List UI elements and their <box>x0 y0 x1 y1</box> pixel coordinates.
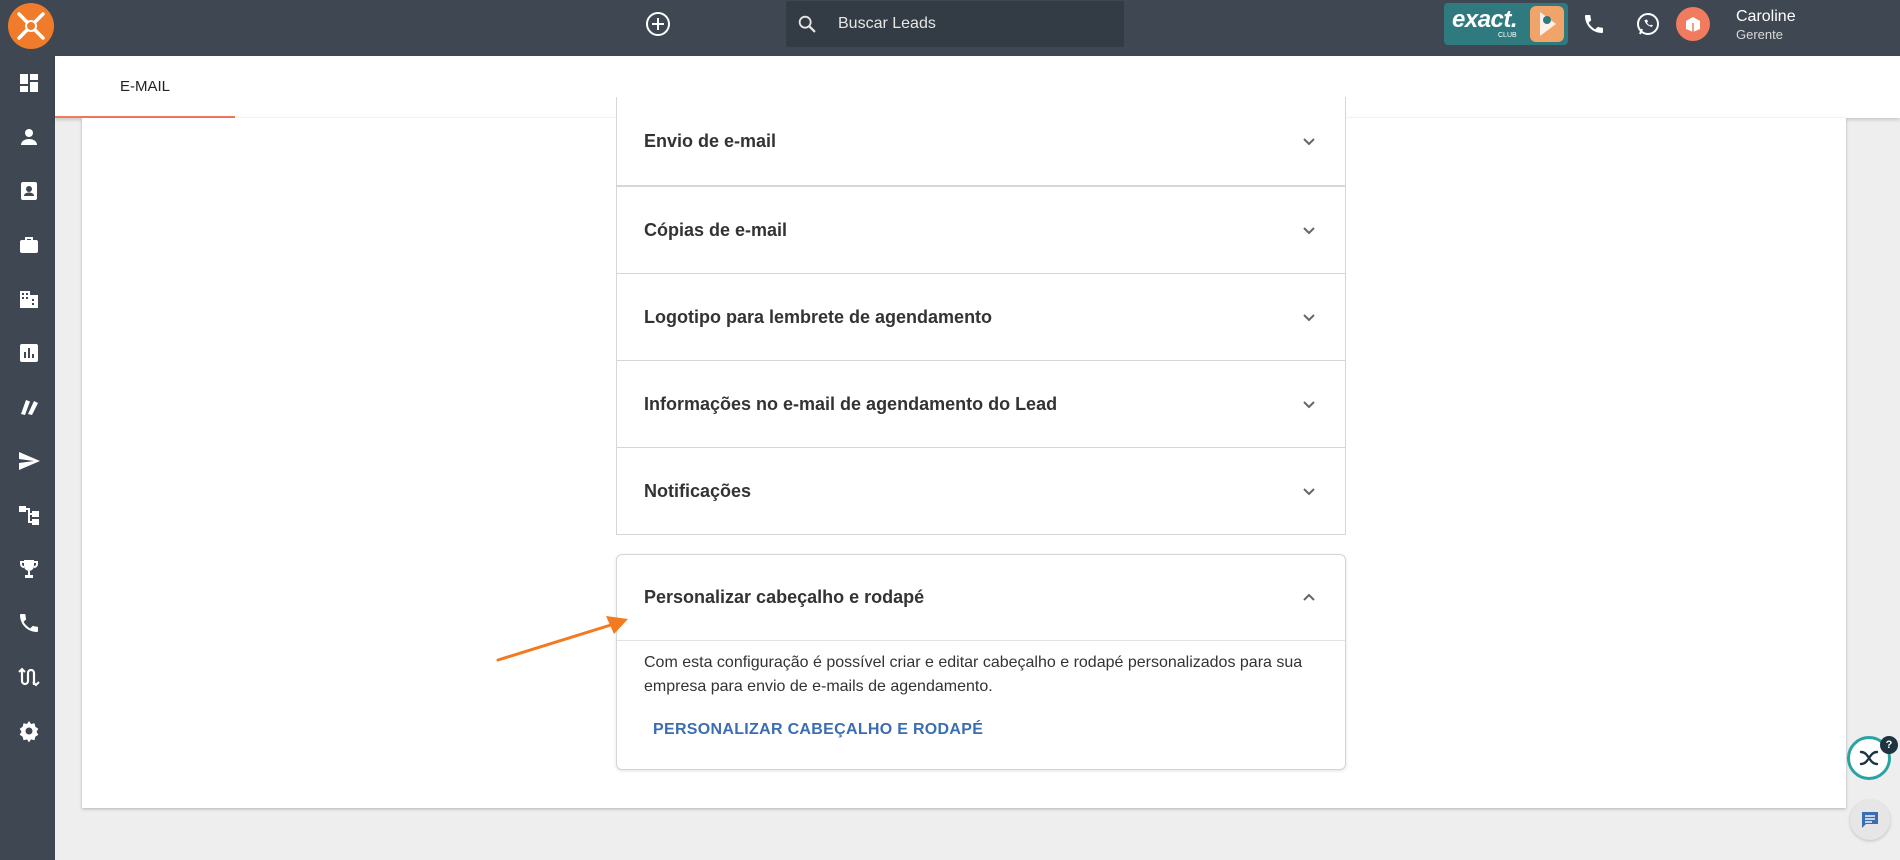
integration-icon[interactable] <box>16 664 42 690</box>
products-icon[interactable] <box>16 394 42 420</box>
phone-icon[interactable] <box>16 610 42 636</box>
panel-title: Notificações <box>644 480 752 501</box>
help-widget-icon <box>1859 750 1879 766</box>
search-bar[interactable] <box>786 1 1124 47</box>
panel-lead-scheduling-info[interactable]: Informações no e-mail de agendamento do … <box>616 360 1346 448</box>
reports-icon[interactable] <box>16 340 42 366</box>
add-circle-icon[interactable] <box>646 12 670 36</box>
panel-notifications[interactable]: Notificações <box>616 447 1346 535</box>
trophy-icon[interactable] <box>16 556 42 582</box>
panel-header[interactable]: Informações no e-mail de agendamento do … <box>617 361 1345 447</box>
chat-button[interactable] <box>1850 800 1890 840</box>
annotation-arrow <box>496 616 628 662</box>
panel-title: Cópias de e-mail <box>644 219 788 240</box>
customize-header-footer-link[interactable]: PERSONALIZAR CABEÇALHO E RODAPÉ <box>653 721 983 739</box>
dashboard-icon[interactable] <box>16 70 42 96</box>
send-icon[interactable] <box>16 448 42 474</box>
top-bar: exact. CLUB Caroline Gerente <box>0 0 1900 56</box>
panel-email-copies[interactable]: Cópias de e-mail <box>616 186 1346 274</box>
company-icon[interactable] <box>16 286 42 312</box>
exact-club-badge[interactable]: exact. CLUB <box>1444 3 1568 45</box>
panel-header[interactable]: Notificações <box>617 448 1345 534</box>
panel-email-sending[interactable]: Envio de e-mail <box>616 97 1346 186</box>
panel-scheduling-logo[interactable]: Logotipo para lembrete de agendamento <box>616 273 1346 361</box>
panel-title: Envio de e-mail <box>644 130 777 151</box>
chat-icon <box>1862 812 1878 828</box>
user-name[interactable]: Caroline <box>1736 8 1796 26</box>
panel-description: Com esta configuração é possível criar e… <box>644 654 1303 695</box>
chevron-down-icon <box>1299 131 1319 151</box>
panel-header[interactable]: Envio de e-mail <box>617 97 1345 185</box>
panel-header[interactable]: Personalizar cabeçalho e rodapé <box>617 555 1345 641</box>
workflow-icon[interactable] <box>16 502 42 528</box>
chevron-down-icon <box>1299 220 1319 240</box>
help-badge: ? <box>1880 736 1898 754</box>
user-role: Gerente <box>1736 27 1783 42</box>
briefcase-icon[interactable] <box>16 232 42 258</box>
panel-header-footer: Personalizar cabeçalho e rodapé Com esta… <box>616 554 1346 770</box>
user-avatar[interactable] <box>1676 7 1710 41</box>
contacts-icon[interactable] <box>16 178 42 204</box>
chevron-down-icon <box>1299 394 1319 414</box>
panel-title: Personalizar cabeçalho e rodapé <box>644 587 925 607</box>
panel-title: Informações no e-mail de agendamento do … <box>644 393 1058 414</box>
whatsapp-icon[interactable] <box>1634 10 1662 38</box>
panel-body: Com esta configuração é possível criar e… <box>617 641 1345 769</box>
company-logo[interactable] <box>8 3 54 49</box>
chevron-down-icon <box>1299 307 1319 327</box>
sidebar <box>0 56 55 860</box>
chevron-up-icon <box>1299 588 1319 608</box>
panel-title: Logotipo para lembrete de agendamento <box>644 306 993 327</box>
tab-email[interactable]: E-MAIL <box>55 56 235 118</box>
phone-icon[interactable] <box>1580 10 1608 38</box>
exact-badge-sub: CLUB <box>1498 32 1517 39</box>
chevron-down-icon <box>1299 481 1319 501</box>
panel-header[interactable]: Logotipo para lembrete de agendamento <box>617 274 1345 360</box>
search-icon <box>796 13 818 35</box>
panel-header[interactable]: Cópias de e-mail <box>617 187 1345 273</box>
settings-icon[interactable] <box>16 718 42 744</box>
help-widget-button[interactable]: ? <box>1847 736 1898 780</box>
exact-club-icon <box>1530 6 1564 42</box>
search-input[interactable] <box>838 15 1098 33</box>
exact-badge-text: exact. <box>1452 6 1518 33</box>
person-icon[interactable] <box>16 124 42 150</box>
